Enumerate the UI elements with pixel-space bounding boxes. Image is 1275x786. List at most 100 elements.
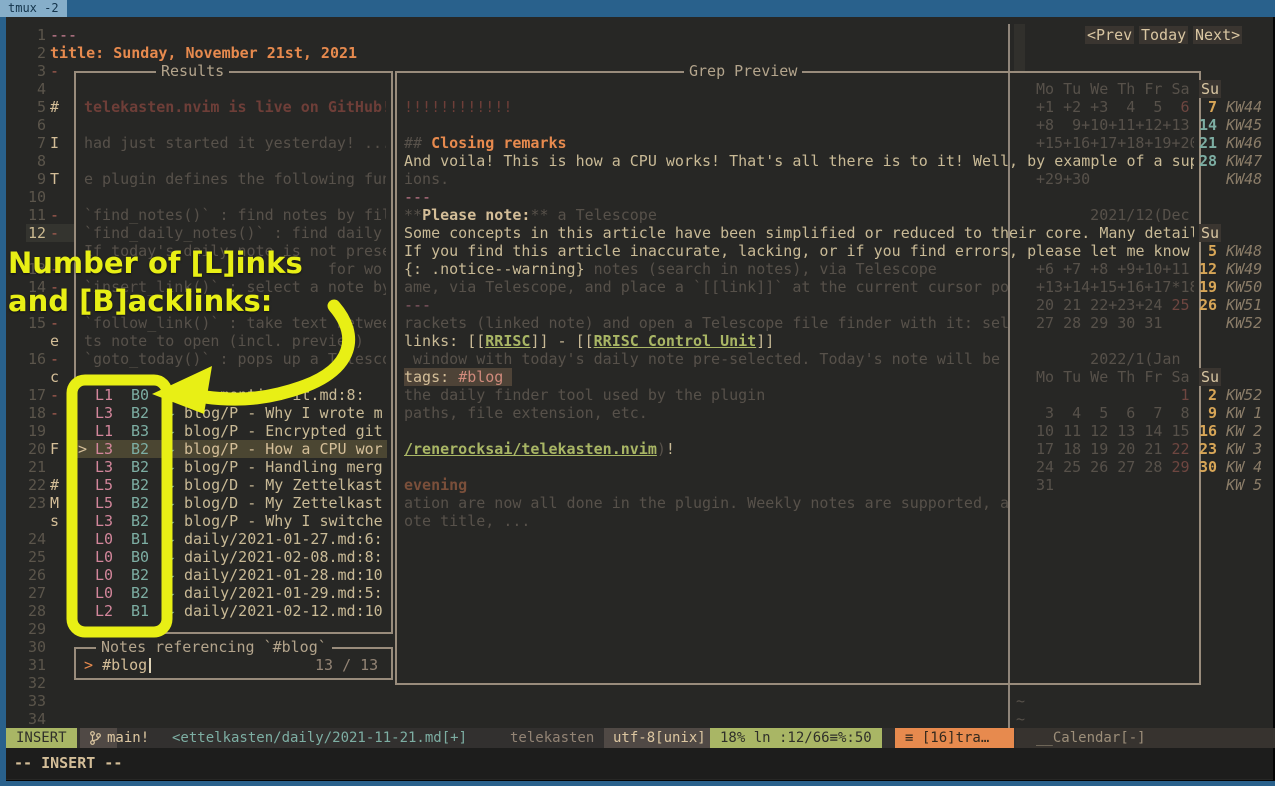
text-seg: KW49 <box>1226 260 1262 278</box>
link[interactable]: /renerocksai/telekasten.nvim <box>404 440 657 458</box>
text-seg: KW44 <box>1226 98 1262 116</box>
text-seg: Su <box>1199 80 1221 98</box>
file-path[interactable]: <ettelkasten/daily/2021-11-21.md[+] <box>172 728 467 748</box>
preview-line: ote title, ... <box>404 512 1194 530</box>
calendar-week[interactable]: 21 KW46 <box>1199 134 1262 152</box>
git-branch[interactable]: main! <box>80 728 117 748</box>
text-seg <box>1217 422 1226 440</box>
text-seg: 28 <box>1199 152 1217 170</box>
text-seg: e plugin defines the following fun <box>84 170 386 188</box>
text-seg: KW48 <box>1226 170 1262 188</box>
mode-indicator: INSERT <box>6 728 77 748</box>
calendar-nav-today[interactable]: Today <box>1139 26 1188 44</box>
text-seg: - <box>50 386 59 404</box>
links-count: L2 <box>95 602 113 620</box>
tab-indicator[interactable]: ≡ [16]tra… <box>895 728 1014 748</box>
calendar-week[interactable]: 30 KW 4 <box>1199 458 1262 476</box>
calendar-week[interactable]: 9 KW 1 <box>1199 404 1262 422</box>
text-seg: #blog <box>458 368 503 386</box>
calendar-nav-prev[interactable]: <Prev <box>1085 26 1134 44</box>
text-seg: T <box>50 170 59 188</box>
calendar-week[interactable]: 19 KW50 <box>1199 278 1262 296</box>
text-seg: ions. <box>404 170 449 188</box>
text-seg: 1 <box>1181 386 1190 404</box>
calendar-week[interactable]: 7 KW44 <box>1199 98 1262 116</box>
file-encoding: utf-8[unix] <box>604 728 715 748</box>
line-number: 3 <box>8 62 46 80</box>
calendar-week[interactable]: Su <box>1199 224 1221 242</box>
text-seg: --- <box>404 188 431 206</box>
buffer-line-dimmed: ts note to open (incl. preview) <box>84 332 386 350</box>
text-seg: ]] - [[ <box>530 332 593 350</box>
calendar-week-dimmed: +8 9+10+11+12+13 <box>1036 116 1194 134</box>
calendar-week[interactable]: 14 KW45 <box>1199 116 1262 134</box>
calendar-week[interactable]: 2 KW52 <box>1199 386 1262 404</box>
calendar-week[interactable]: KW 5 <box>1199 476 1262 494</box>
calendar-week[interactable]: KW48 <box>1199 170 1262 188</box>
line-number: 19 <box>8 422 46 440</box>
links-count: L3 <box>95 404 113 422</box>
text-seg: Su <box>1199 368 1221 386</box>
result-name: blog/P - Handling merg <box>184 458 383 476</box>
text-seg: 2022/1(Jan <box>1036 350 1181 368</box>
line-number: 5 <box>8 98 46 116</box>
text-seg: paths, file extension, etc. <box>404 404 648 422</box>
line-number: 1 <box>8 26 46 44</box>
text-seg <box>1217 242 1226 260</box>
text-seg: +13+14+15+16+17*18 <box>1036 278 1194 296</box>
calendar-week[interactable]: 5 KW48 <box>1199 242 1262 260</box>
backlinks-count: B3 <box>131 422 149 440</box>
calendar-week[interactable]: Su <box>1199 80 1221 98</box>
vim-cmdline: -- INSERT -- <box>6 748 1273 779</box>
link[interactable]: RRISC <box>485 332 530 350</box>
text-seg: 26 <box>1199 296 1217 314</box>
link[interactable]: RRISC Control Unit <box>594 332 757 350</box>
text-seg <box>1217 386 1226 404</box>
text-seg: ** <box>404 206 422 224</box>
calendar-week-dimmed: +1 +2 +3 4 5 6 <box>1036 98 1194 116</box>
calendar-week-dimmed: 3 4 5 6 7 8 <box>1036 404 1194 422</box>
text-seg <box>1217 278 1226 296</box>
calendar-week-dimmed: 31 <box>1036 476 1194 494</box>
text-seg: 22 <box>1171 440 1189 458</box>
calendar-week-dimmed: +29+30 <box>1036 170 1194 188</box>
text-seg <box>1217 260 1226 278</box>
text-seg: - <box>50 224 59 242</box>
links-count: L5 <box>95 494 113 512</box>
text-seg: rackets (linked note) and open a Telesco… <box>404 314 1009 332</box>
text-seg: 12 <box>1199 260 1217 278</box>
text-seg: 5 <box>1199 242 1217 260</box>
text-seg: the daily finder tool used by the plugin <box>404 386 765 404</box>
calendar-week[interactable]: 16 KW 2 <box>1199 422 1262 440</box>
calendar-week[interactable]: Su <box>1199 368 1221 386</box>
calendar-week[interactable]: 23 KW 3 <box>1199 440 1262 458</box>
preview-line: --- <box>404 188 1194 206</box>
text-seg <box>1217 134 1226 152</box>
line-number: 9 <box>8 170 46 188</box>
text-seg: --- <box>404 296 431 314</box>
terminal-screen: tmux -2 Results Notes referencing `#blog… <box>0 0 1275 786</box>
calendar-week[interactable]: 26 KW51 <box>1199 296 1262 314</box>
line-number: 34 <box>8 710 46 728</box>
backlinks-count: B2 <box>131 584 149 602</box>
calendar-week-dimmed: 24 25 26 27 28 29 <box>1036 458 1194 476</box>
result-name: blog/P - Encrypted git <box>184 422 383 440</box>
text-seg: notes (search in notes), via Telescope <box>585 260 937 278</box>
calendar-week[interactable]: 28 KW47 <box>1199 152 1262 170</box>
statusline: INSERT main! <ettelkasten/daily/2021-11-… <box>6 728 1273 748</box>
tmux-window-tab[interactable]: tmux -2 <box>0 0 67 17</box>
text-seg: 17 18 19 20 21 <box>1036 440 1171 458</box>
down-arrow-icon: ⬇ <box>165 584 177 602</box>
result-name: daily/2021-01-27.md:6: <box>184 530 383 548</box>
text-seg: KW 4 <box>1226 458 1262 476</box>
text-seg: - <box>50 404 59 422</box>
text-seg: - <box>50 350 59 368</box>
calendar-week[interactable]: KW52 <box>1199 314 1262 332</box>
text-seg: 3 4 5 6 7 8 <box>1036 404 1190 422</box>
text-seg: 2021/12(Dec <box>1036 206 1190 224</box>
prompt-input[interactable]: > #blog <box>84 656 147 674</box>
buffer-line-dimmed: `find_daily_notes()` : find daily <box>84 224 386 242</box>
empty-line-tilde: ~ <box>1016 710 1025 728</box>
calendar-nav-next[interactable]: Next> <box>1193 26 1242 44</box>
calendar-week[interactable]: 12 KW49 <box>1199 260 1262 278</box>
